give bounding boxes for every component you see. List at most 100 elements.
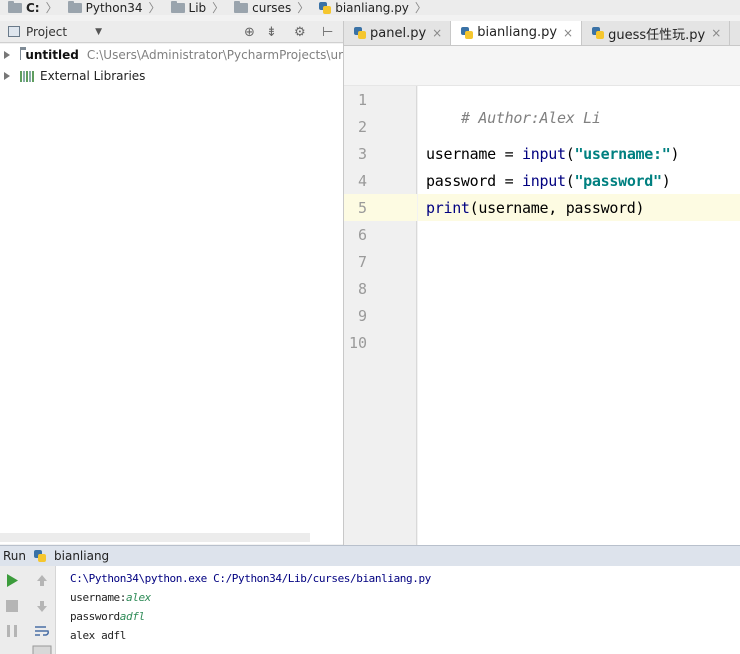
code-string: "username:"	[574, 145, 671, 163]
folder-icon	[170, 0, 185, 13]
collapse-all-icon[interactable]: ⇟	[266, 25, 277, 40]
tab-ca[interactable]: ca	[730, 21, 740, 45]
code-line-5[interactable]: print(username, password)	[426, 199, 645, 217]
code-line-4[interactable]: password = input("password")	[426, 172, 671, 190]
project-view-icon	[8, 26, 20, 37]
tab-guess-py[interactable]: guess任性玩.py ×	[582, 21, 731, 45]
code-text: username =	[426, 145, 523, 163]
breadcrumb-label: C:	[26, 0, 40, 15]
expand-arrow-icon[interactable]	[4, 71, 10, 80]
code-builtin: print	[426, 199, 470, 217]
line-number: 6	[357, 226, 367, 244]
run-console[interactable]: C:\Python34\python.exe C:/Python34/Lib/c…	[56, 566, 740, 654]
code-comment: # Author:Alex Li	[460, 109, 601, 127]
project-panel-title[interactable]: Project	[26, 25, 67, 39]
tab-label: panel.py	[370, 25, 427, 41]
console-line: username:alex	[70, 591, 151, 604]
code-builtin: input	[522, 172, 566, 190]
tree-item-external-libraries[interactable]: External Libraries	[0, 65, 343, 86]
arrow-down-icon[interactable]	[35, 599, 49, 613]
code-line-3[interactable]: username = input("username:")	[426, 145, 680, 163]
chevron-right-icon: 〉	[297, 1, 310, 15]
python-file-icon	[461, 26, 474, 39]
console-prompt: password	[70, 610, 120, 623]
breadcrumb-label: curses	[252, 0, 292, 15]
code-text: password =	[426, 172, 523, 190]
breadcrumb-label: bianliang.py	[335, 0, 409, 15]
project-panel-header: Project ▼ ⊕ ⇟ ⚙ ⊢	[0, 21, 343, 43]
run-config-name[interactable]: bianliang	[54, 549, 109, 563]
console-line: passwordadfl	[70, 610, 145, 623]
folder-icon	[67, 0, 82, 13]
tab-label: guess任性玩.py	[608, 27, 706, 43]
chevron-right-icon: 〉	[414, 1, 427, 15]
console-command: C:\Python34\python.exe C:/Python34/Lib/c…	[70, 572, 431, 585]
run-panel-title[interactable]: Run	[3, 549, 26, 563]
console-user-input: adfl	[119, 610, 145, 623]
breadcrumb: C: 〉 Python34 〉 Lib 〉 curses 〉 bianliang…	[0, 0, 740, 15]
code-line-1[interactable]: # Author:Alex Li	[426, 91, 601, 145]
line-number: 4	[357, 172, 367, 190]
tree-item-path: C:\Users\Administrator\PycharmProjects\u…	[86, 47, 343, 62]
library-icon	[20, 70, 35, 82]
tab-label: bianliang.py	[477, 25, 558, 40]
editor-breadcrumb-strip	[344, 46, 740, 86]
soft-wrap-icon[interactable]	[34, 623, 50, 639]
folder-icon	[234, 0, 249, 13]
code-builtin: input	[522, 145, 566, 163]
scroll-to-end-icon[interactable]	[32, 645, 52, 654]
line-number: 3	[357, 145, 367, 163]
tree-item-untitled[interactable]: untitled C:\Users\Administrator\PycharmP…	[0, 44, 343, 65]
python-file-icon	[592, 27, 605, 39]
gear-icon[interactable]: ⚙	[294, 25, 306, 40]
pause-icon[interactable]	[5, 624, 19, 638]
console-user-input: alex	[126, 591, 151, 604]
python-file-icon	[34, 550, 47, 562]
breadcrumb-item-lib[interactable]: Lib 〉	[170, 0, 231, 15]
project-tree: untitled C:\Users\Administrator\PycharmP…	[0, 44, 343, 544]
code-text: )	[661, 172, 671, 190]
line-number-gutter: 1 2 3 4 5 6 7 8 9 10	[344, 86, 417, 545]
arrow-up-icon[interactable]	[35, 573, 49, 588]
chevron-down-icon[interactable]: ▼	[95, 27, 102, 37]
tab-panel-py[interactable]: panel.py ×	[344, 21, 452, 45]
horizontal-scrollbar[interactable]	[0, 533, 310, 542]
breadcrumb-item-file[interactable]: bianliang.py 〉	[319, 0, 433, 15]
console-prompt: username:	[70, 591, 127, 604]
editor-tab-bar: panel.py × bianliang.py × guess任性玩.py × …	[344, 21, 740, 46]
tab-bianliang-py[interactable]: bianliang.py ×	[451, 21, 583, 45]
close-icon[interactable]: ×	[563, 26, 573, 40]
line-number: 1	[357, 91, 367, 109]
run-panel-header: Run bianliang	[0, 545, 740, 566]
folder-icon	[8, 0, 22, 13]
console-output: alex adfl	[70, 629, 127, 642]
chevron-right-icon: 〉	[148, 1, 161, 15]
run-toolbar	[0, 566, 56, 654]
line-number: 5	[357, 199, 367, 217]
line-number: 7	[357, 253, 367, 271]
chevron-right-icon: 〉	[45, 1, 58, 15]
stop-icon[interactable]	[5, 599, 19, 613]
close-icon[interactable]: ×	[711, 26, 721, 40]
code-string: "password"	[574, 172, 662, 190]
line-number: 2	[357, 118, 367, 136]
line-number: 8	[357, 280, 367, 298]
tree-item-name: untitled	[25, 47, 79, 62]
breadcrumb-label: Lib	[188, 0, 207, 15]
breadcrumb-item-python34[interactable]: Python34 〉	[67, 0, 167, 15]
breadcrumb-item-curses[interactable]: curses 〉	[234, 0, 315, 15]
close-icon[interactable]: ×	[432, 26, 442, 40]
code-editor[interactable]: # Author:Alex Li username = input("usern…	[418, 86, 740, 545]
breadcrumb-item-c[interactable]: C: 〉	[8, 0, 64, 15]
tree-item-name: External Libraries	[40, 68, 146, 83]
line-number: 10	[348, 334, 367, 352]
hide-panel-icon[interactable]: ⊢	[322, 25, 333, 40]
breadcrumb-label: Python34	[85, 0, 143, 15]
python-file-icon	[319, 1, 332, 14]
expand-arrow-icon[interactable]	[4, 50, 10, 59]
locate-icon[interactable]: ⊕	[244, 25, 255, 40]
rerun-icon[interactable]	[5, 573, 19, 588]
code-text: )	[670, 145, 680, 163]
line-number: 9	[357, 307, 367, 325]
chevron-right-icon: 〉	[212, 1, 225, 15]
